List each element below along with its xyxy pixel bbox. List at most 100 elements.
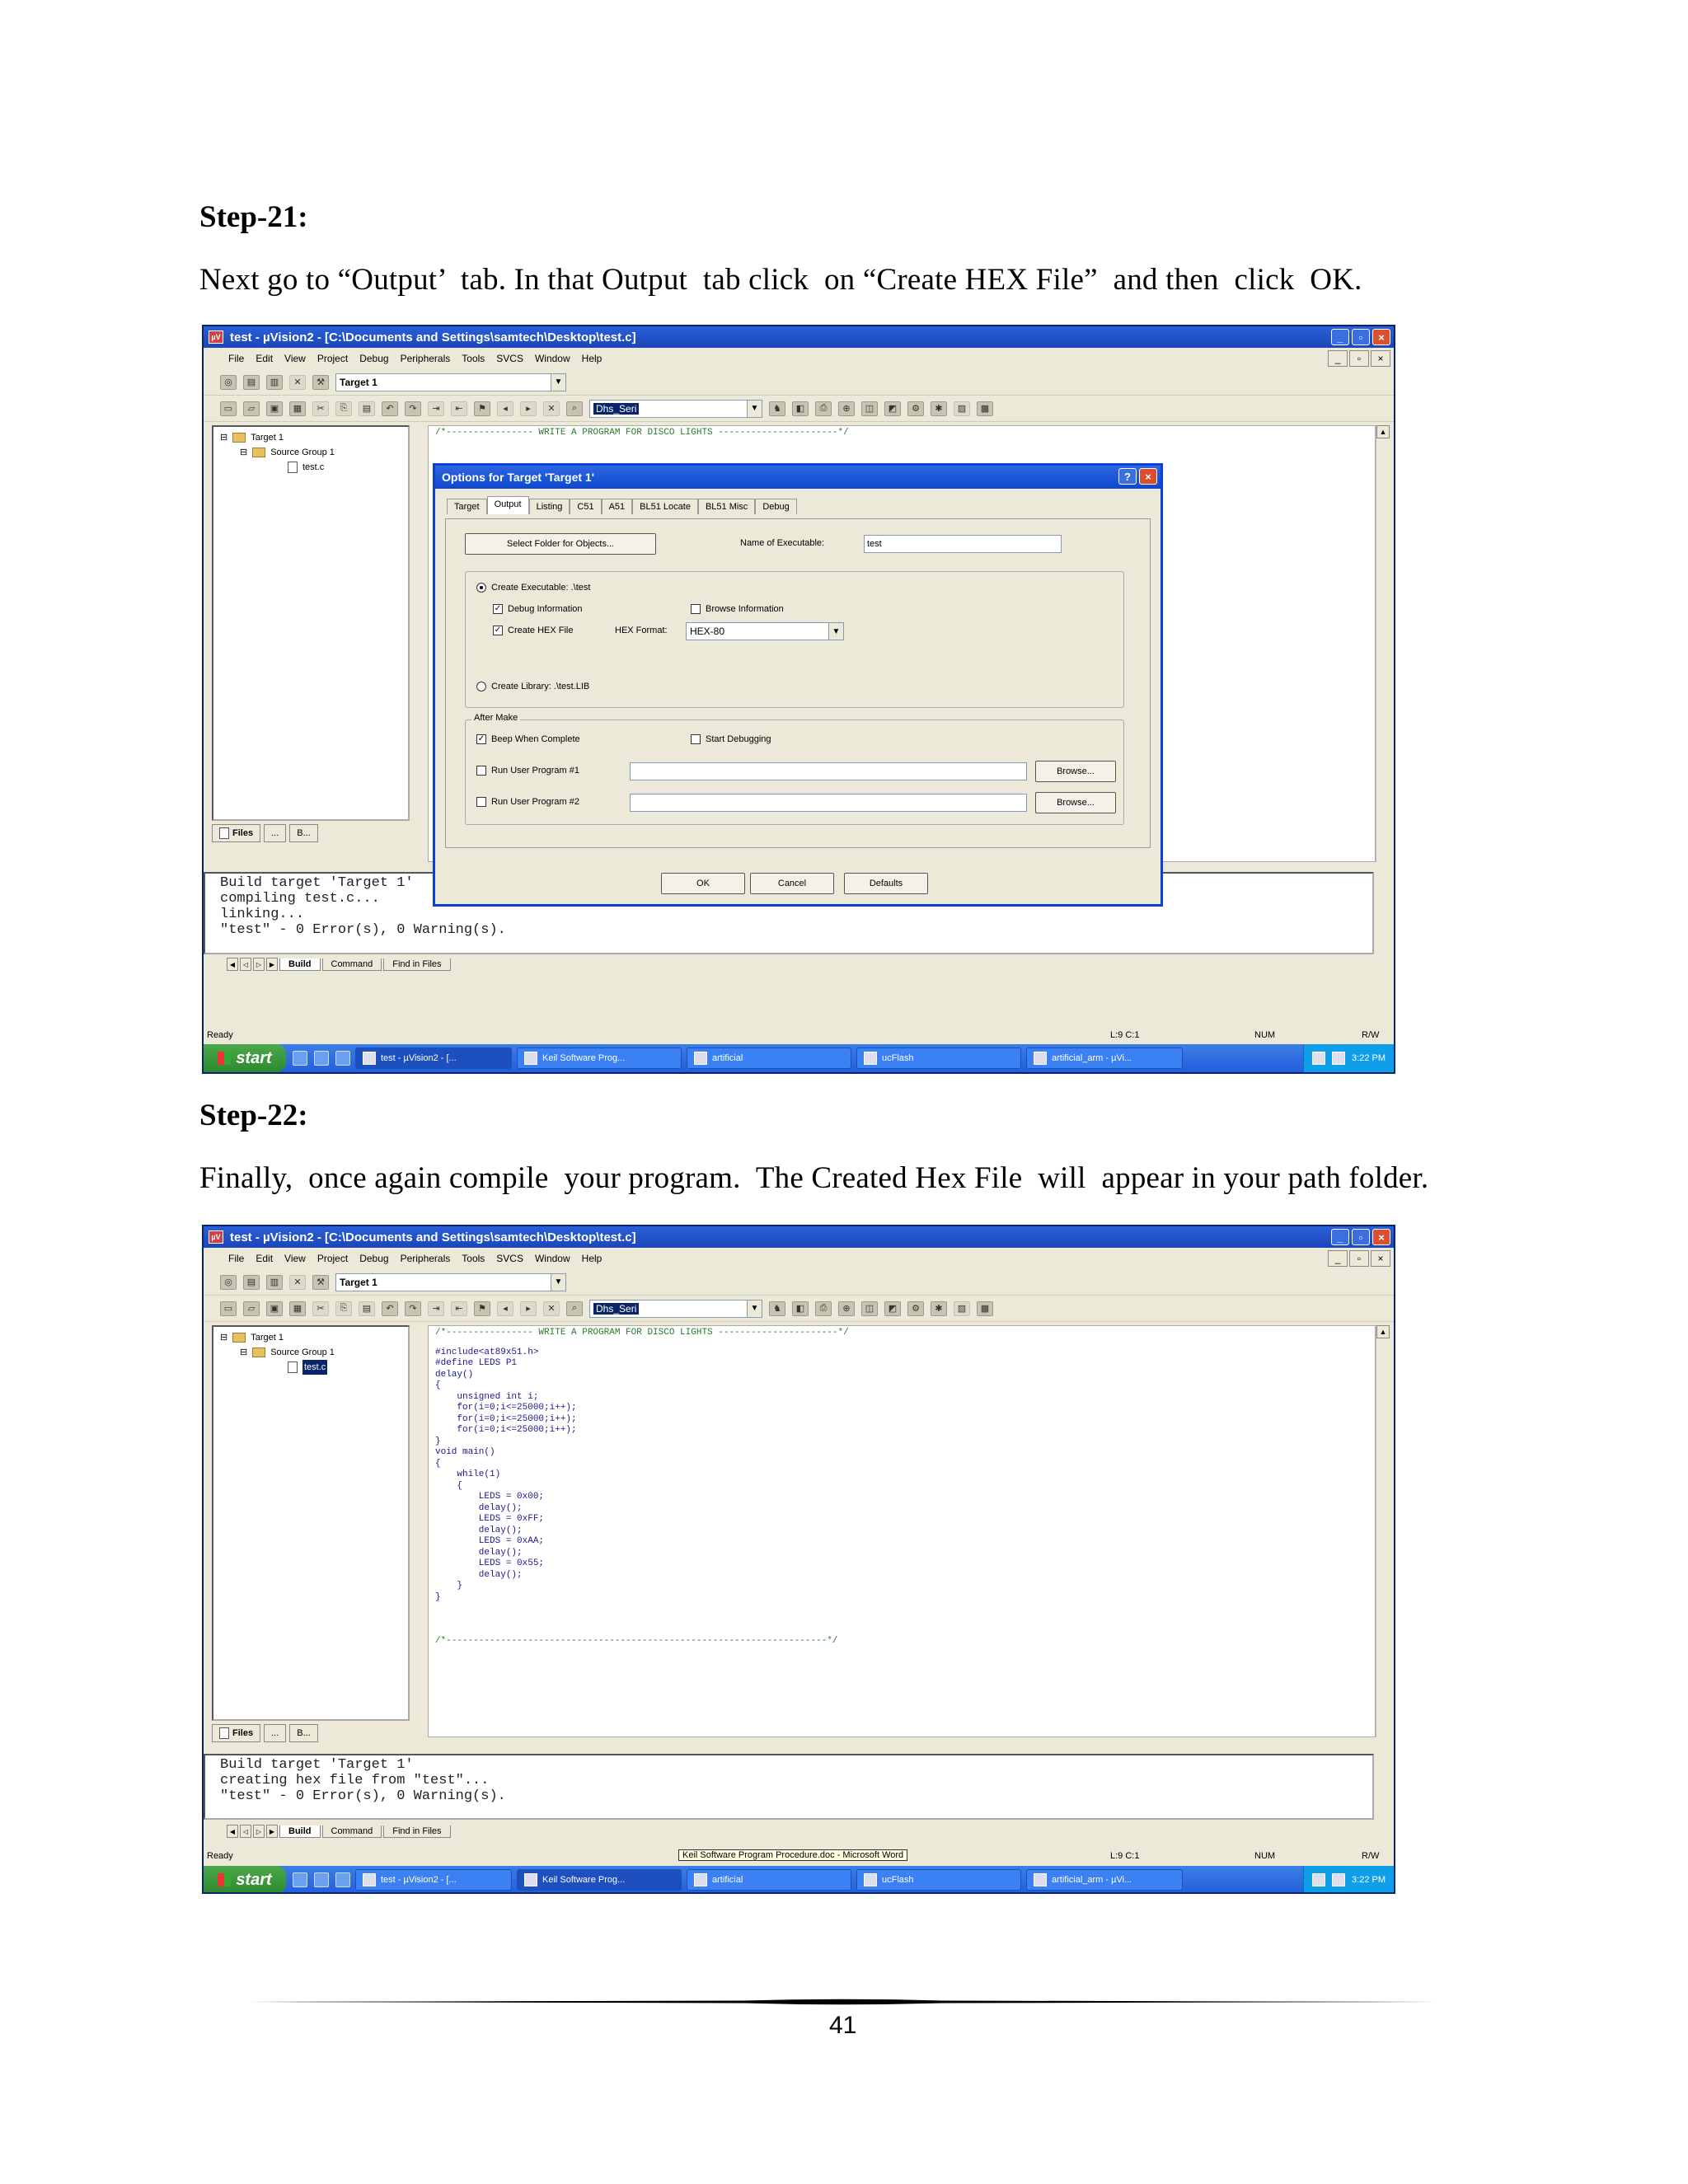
restore-button[interactable]: ▫ [1352,1229,1370,1245]
help-button[interactable]: ? [1118,468,1137,485]
target-select[interactable]: Target 1 ▼ [335,1272,566,1291]
debug-icon[interactable]: ◧ [792,401,809,416]
defaults-button[interactable]: Defaults [844,873,928,894]
menu-tools[interactable]: Tools [462,1253,485,1264]
target-options-icon[interactable]: ⚒ [312,1274,329,1290]
tab-output[interactable]: Output [486,496,529,514]
task-word[interactable]: Keil Software Prog... [517,1047,682,1069]
first-tab-icon[interactable]: ◀ [227,958,238,971]
dialog-close-button[interactable]: × [1139,468,1157,485]
run-user2-checkbox[interactable]: Run User Program #2 [476,797,579,807]
find-in-files-icon[interactable]: ⌕ [566,1301,583,1316]
next-tab-icon[interactable]: ▷ [253,1825,265,1838]
tab-a51[interactable]: A51 [601,499,633,514]
menu-help[interactable]: Help [582,1253,603,1264]
quicklaunch-ie-icon[interactable] [293,1872,307,1887]
new-file-icon[interactable]: ▭ [220,1301,237,1316]
task-artificial-arm[interactable]: artificial_arm - µVi... [1026,1047,1183,1069]
undo-icon[interactable]: ↶ [382,1301,398,1316]
debug-icon[interactable]: ◧ [792,1301,809,1316]
close-button[interactable]: × [1372,1229,1390,1245]
menu-peripherals[interactable]: Peripherals [401,1253,451,1264]
unindent-icon[interactable]: ⇤ [451,1301,467,1316]
bookmark-icon[interactable]: ⚑ [474,401,490,416]
paste-icon[interactable]: ▤ [359,1301,375,1316]
tab-regs[interactable]: ... [264,824,287,842]
quicklaunch-ie-icon[interactable] [293,1051,307,1066]
tab-build[interactable]: Build [279,1825,321,1838]
rebuild-icon[interactable]: ▥ [266,374,283,390]
tab-target[interactable]: Target [447,499,487,514]
prev-bookmark-icon[interactable]: ◂ [497,401,513,416]
misc2-icon[interactable]: ▩ [977,1301,993,1316]
start-button[interactable]: start [204,1866,286,1892]
tab-command[interactable]: Command [321,1825,382,1838]
next-tab-icon[interactable]: ▷ [253,958,265,971]
translate-icon[interactable]: ◎ [220,374,237,390]
new-file-icon[interactable]: ▭ [220,401,237,416]
cancel-button[interactable]: Cancel [750,873,834,894]
menu-peripherals[interactable]: Peripherals [401,353,451,364]
task-uvision[interactable]: test - µVision2 - [... [355,1047,512,1069]
browse1-button[interactable]: Browse... [1035,761,1116,782]
tree-target[interactable]: ⊟ Target 1 [220,430,401,445]
mdi-minimize-button[interactable]: _ [1328,1250,1348,1267]
menu-svcs[interactable]: SVCS [496,353,523,364]
create-hex-checkbox[interactable]: ✓ Create HEX File [493,626,573,635]
save-all-icon[interactable]: ▦ [289,401,306,416]
menu-file[interactable]: File [228,353,244,364]
minimize-button[interactable]: _ [1331,1229,1349,1245]
config-icon[interactable]: ⚙ [907,1301,924,1316]
binoculars-icon[interactable]: ♞ [769,1301,785,1316]
copy-icon[interactable]: ⎘ [335,1301,352,1316]
find-combo[interactable]: Dhs_Seri ▼ [589,399,762,418]
zoom-icon[interactable]: ⊕ [838,401,855,416]
clear-bookmarks-icon[interactable]: ✕ [543,401,560,416]
run-user1-checkbox[interactable]: Run User Program #1 [476,766,579,776]
network-icon[interactable] [1312,1873,1326,1886]
name-exe-input[interactable]: test [864,535,1062,553]
menu-edit[interactable]: Edit [256,353,273,364]
misc2-icon[interactable]: ▩ [977,401,993,416]
menu-project[interactable]: Project [317,1253,348,1264]
tab-debug[interactable]: Debug [755,499,797,514]
quicklaunch-desktop-icon[interactable] [314,1051,329,1066]
tab-c51[interactable]: C51 [570,499,602,514]
target-options-icon[interactable]: ⚒ [312,374,329,390]
task-artificial-arm[interactable]: artificial_arm - µVi... [1026,1869,1183,1891]
misc-icon[interactable]: ▨ [954,401,970,416]
task-folder[interactable]: artificial [687,1047,851,1069]
start-debug-checkbox[interactable]: Start Debugging [691,734,771,744]
run-user1-input[interactable] [630,762,1027,780]
close-button[interactable]: × [1372,329,1390,345]
window-icon[interactable]: ◫ [861,1301,878,1316]
quicklaunch-media-icon[interactable] [335,1872,350,1887]
code-editor[interactable]: /*---------------- WRITE A PROGRAM FOR D… [428,1325,1376,1737]
translate-icon[interactable]: ◎ [220,1274,237,1290]
open-file-icon[interactable]: ▱ [243,1301,260,1316]
menu-window[interactable]: Window [535,353,570,364]
target-select[interactable]: Target 1 ▼ [335,373,566,391]
create-exe-radio[interactable]: Create Executable: .\test [476,583,590,593]
redo-icon[interactable]: ↷ [405,1301,421,1316]
minimize-button[interactable]: _ [1331,329,1349,345]
cut-icon[interactable]: ✂ [312,1301,329,1316]
next-bookmark-icon[interactable]: ▸ [520,1301,537,1316]
tree-group[interactable]: ⊟ Source Group 1 [220,445,401,460]
redo-icon[interactable]: ↷ [405,401,421,416]
save-all-icon[interactable]: ▦ [289,1301,306,1316]
tab-build[interactable]: Build [279,958,321,971]
select-folder-button[interactable]: Select Folder for Objects... [465,533,656,555]
menu-tools[interactable]: Tools [462,353,485,364]
tab-command[interactable]: Command [321,958,382,971]
prev-bookmark-icon[interactable]: ◂ [497,1301,513,1316]
prev-tab-icon[interactable]: ◁ [240,1825,251,1838]
tab-books[interactable]: B... [289,824,318,842]
quicklaunch-desktop-icon[interactable] [314,1872,329,1887]
indent-icon[interactable]: ⇥ [428,401,444,416]
cut-icon[interactable]: ✂ [312,401,329,416]
tab-bl51-locate[interactable]: BL51 Locate [632,499,698,514]
last-tab-icon[interactable]: ▶ [266,958,278,971]
tab-find-in-files[interactable]: Find in Files [383,1825,451,1838]
indent-icon[interactable]: ⇥ [428,1301,444,1316]
